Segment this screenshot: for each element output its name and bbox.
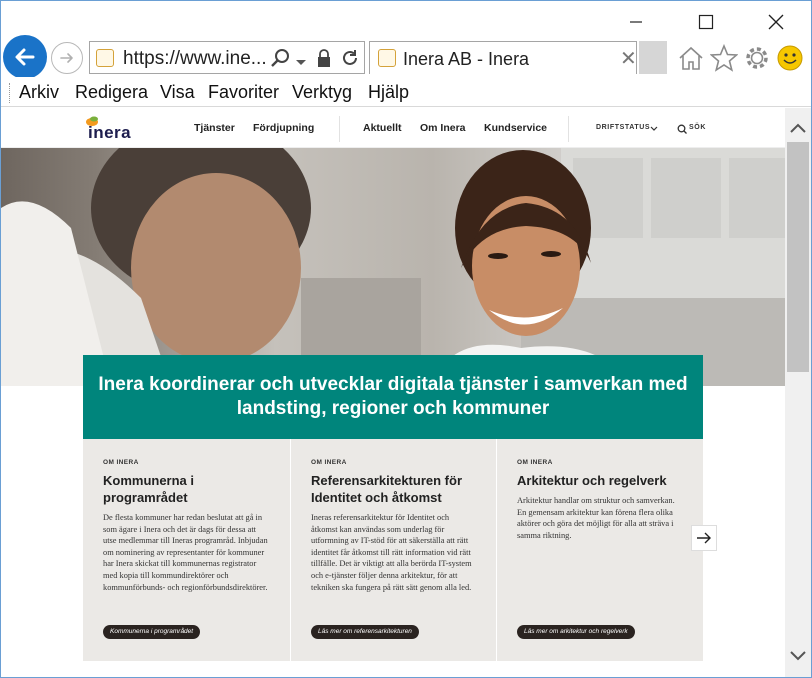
card-title[interactable]: Kommunerna i programrådet <box>103 472 269 506</box>
arrow-right-icon <box>697 532 711 544</box>
nav-fordjupning[interactable]: Fördjupning <box>253 122 314 134</box>
card-body: Arkitektur handlar om struktur och samve… <box>517 496 675 540</box>
back-button[interactable] <box>3 35 47 79</box>
page-viewport: inera Tjänster Fördjupning Aktuellt Om I… <box>1 108 785 677</box>
close-icon <box>768 14 784 30</box>
hero-image <box>1 148 785 386</box>
menu-arkiv[interactable]: Arkiv <box>19 82 59 103</box>
news-cards: OM INERA Kommunerna i programrådet De fl… <box>83 439 703 661</box>
title-bar <box>1 1 811 39</box>
forward-button[interactable] <box>51 42 83 74</box>
scroll-thumb[interactable] <box>787 142 809 372</box>
card-kicker: OM INERA <box>517 459 553 466</box>
card-referensarkitektur: OM INERA Referensarkitekturen för Identi… <box>290 439 496 661</box>
inera-logo[interactable]: inera <box>85 114 135 144</box>
card-kicker: OM INERA <box>103 459 139 466</box>
maximize-button[interactable] <box>683 7 729 37</box>
home-icon[interactable] <box>676 43 706 73</box>
search-link[interactable]: SÖK <box>689 124 706 131</box>
nav-kundservice[interactable]: Kundservice <box>484 122 547 134</box>
card-body: Ineras referensarkitektur för Identitet … <box>311 513 472 592</box>
nav-divider <box>339 116 340 142</box>
menu-hjalp[interactable]: Hjälp <box>368 82 409 103</box>
site-favicon-icon <box>96 49 114 67</box>
banner-heading: Inera koordinerar och utvecklar digitala… <box>98 374 688 419</box>
card-read-more-button[interactable]: Läs mer om arkitektur och regelverk <box>517 625 635 639</box>
driftstatus-dropdown[interactable]: DRIFTSTATUS <box>596 124 650 131</box>
menu-favoriter[interactable]: Favoriter <box>208 82 279 103</box>
nav-aktuellt[interactable]: Aktuellt <box>363 122 402 134</box>
hero-banner: Inera koordinerar och utvecklar digitala… <box>83 355 703 439</box>
card-read-more-button[interactable]: Läs mer om referensarkitekturen <box>311 625 419 639</box>
gear-icon[interactable] <box>742 43 772 73</box>
minimize-button[interactable] <box>613 7 659 37</box>
card-read-more-button[interactable]: Kommunerna i programrådet <box>103 625 201 639</box>
new-tab-button[interactable] <box>639 41 667 74</box>
site-header: inera Tjänster Fördjupning Aktuellt Om I… <box>1 108 785 148</box>
tab-close-icon[interactable]: ✕ <box>620 46 637 71</box>
vertical-scrollbar[interactable] <box>785 108 811 677</box>
address-url[interactable]: https://www.ine... <box>123 48 267 70</box>
card-title[interactable]: Referensarkitekturen för Identitet och å… <box>311 472 476 506</box>
chevron-down-icon <box>790 651 806 661</box>
scroll-up-button[interactable] <box>785 118 811 138</box>
tab-title: Inera AB - Inera <box>403 49 530 69</box>
menu-grip <box>9 83 11 103</box>
card-arkitektur: OM INERA Arkitektur och regelverk Arkite… <box>496 439 702 661</box>
hero-photo-illustration <box>1 148 785 386</box>
menu-verktyg[interactable]: Verktyg <box>292 82 352 103</box>
star-icon[interactable] <box>709 43 739 73</box>
maximize-icon <box>698 14 714 30</box>
search-icon[interactable] <box>677 124 687 134</box>
menu-bar: Arkiv Redigera Visa Favoriter Verktyg Hj… <box>1 77 811 107</box>
menu-visa[interactable]: Visa <box>160 82 195 103</box>
address-bar[interactable]: https://www.ine... <box>89 41 365 74</box>
card-body: De flesta kommuner har redan beslutat at… <box>103 513 268 592</box>
nav-tjanster[interactable]: Tjänster <box>194 122 235 134</box>
tab-inera[interactable]: Inera AB - Inera ✕ <box>369 41 637 74</box>
chevron-up-icon <box>790 123 806 133</box>
scroll-down-button[interactable] <box>785 646 811 666</box>
carousel-next-button[interactable] <box>691 525 717 551</box>
smiley-icon[interactable] <box>775 43 805 73</box>
nav-om-inera[interactable]: Om Inera <box>420 122 466 134</box>
close-window-button[interactable] <box>753 7 799 37</box>
card-kommunerna: OM INERA Kommunerna i programrådet De fl… <box>83 439 289 661</box>
minimize-icon <box>630 21 642 23</box>
chevron-down-icon[interactable] <box>650 126 658 132</box>
card-kicker: OM INERA <box>311 459 347 466</box>
lock-icon[interactable] <box>316 48 332 73</box>
tab-favicon-icon <box>378 49 396 67</box>
nav-divider <box>568 116 569 142</box>
browser-window: https://www.ine... Inera AB - Inera ✕ Ar… <box>0 0 812 678</box>
arrow-right-icon <box>60 53 73 63</box>
refresh-icon[interactable] <box>340 48 360 73</box>
search-icon[interactable] <box>270 48 290 73</box>
card-title[interactable]: Arkitektur och regelverk <box>517 472 682 489</box>
logo-text: inera <box>88 123 132 142</box>
arrow-left-icon <box>15 48 35 66</box>
dropdown-arrow-icon[interactable] <box>296 54 306 72</box>
menu-redigera[interactable]: Redigera <box>75 82 148 103</box>
